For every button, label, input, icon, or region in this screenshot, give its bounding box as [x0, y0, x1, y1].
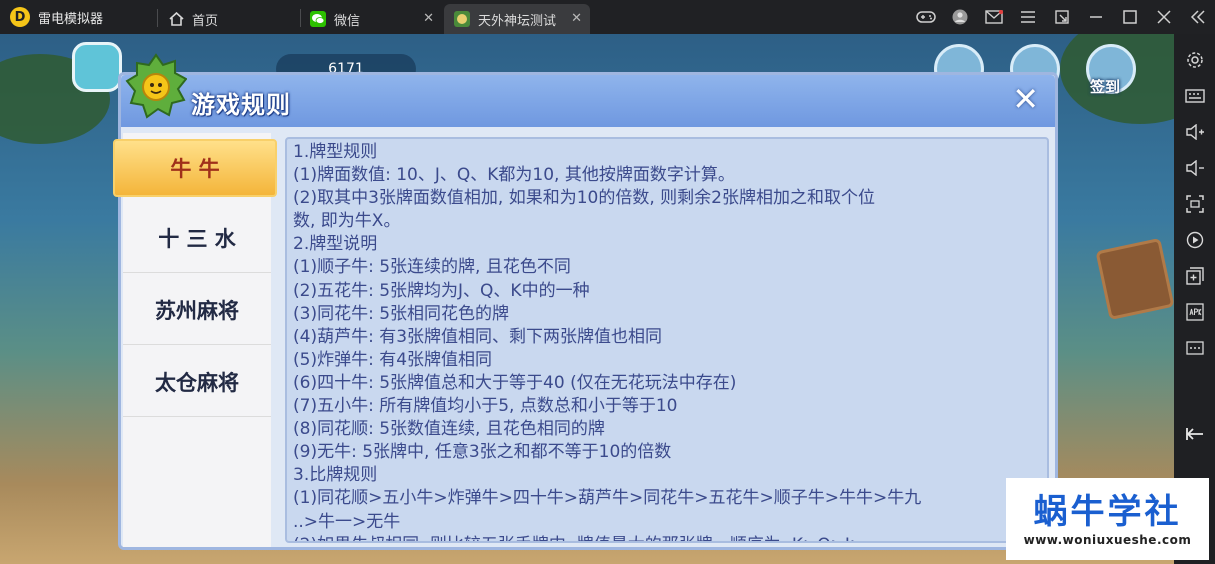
menu-item-niuniu[interactable]: 牛 牛 — [113, 139, 277, 197]
rules-line: (5)炸弹牛: 有4张牌值相同 — [293, 349, 493, 370]
watermark-title: 蜗牛学社 — [1033, 492, 1182, 532]
rules-line: (3)同花牛: 5张相同花色的牌 — [293, 303, 510, 324]
tab-close-icon[interactable]: ✕ — [571, 11, 582, 26]
tab-close-icon[interactable]: ✕ — [423, 11, 434, 26]
rules-menu: 牛 牛 十 三 水 苏州麻将 太仓麻将 — [113, 133, 277, 547]
menu-icon[interactable] — [1011, 0, 1045, 34]
rules-line: 3.比牌规则 — [293, 465, 378, 486]
watermark: 蜗牛学社 www.woniuxueshe.com — [1006, 478, 1209, 560]
keyboard-icon[interactable] — [1181, 82, 1209, 110]
tab-game-label: 天外神坛测试 — [478, 13, 557, 29]
rules-line: (4)葫芦牛: 有3张牌值相同、剩下两张牌值也相同 — [293, 326, 663, 347]
collapse-sidebar-icon[interactable] — [1181, 0, 1215, 34]
tab-wechat-label: 微信 — [334, 13, 361, 29]
wechat-icon — [310, 11, 326, 27]
rules-line: (1)顺子牛: 5张连续的牌, 且花色不同 — [293, 257, 571, 278]
rules-line: (2)取其中3张牌面数值相加, 如果和为10的倍数, 则剩余2张牌相加之和取个位 — [293, 188, 875, 209]
more-options-icon[interactable] — [1181, 334, 1209, 362]
settings-gear-icon[interactable] — [1181, 46, 1209, 74]
rules-line: (9)无牛: 5张牌中, 任意3张之和都不等于10的倍数 — [293, 442, 672, 463]
maximize-icon[interactable] — [1113, 0, 1147, 34]
rules-line: 数, 即为牛X。 — [293, 211, 401, 232]
gamepad-icon[interactable] — [909, 0, 943, 34]
account-icon[interactable] — [943, 0, 977, 34]
screenshot-icon[interactable] — [1181, 190, 1209, 218]
volume-down-icon[interactable] — [1181, 154, 1209, 182]
close-dialog-icon[interactable]: ✕ — [1012, 83, 1039, 115]
app-brand: D 雷电模拟器 — [0, 0, 155, 34]
rules-line: (8)同花顺: 5张数值连续, 且花色相同的牌 — [293, 419, 605, 440]
rules-line: (7)五小牛: 所有牌值均小于5, 点数总和小于等于10 — [293, 396, 678, 417]
game-viewport[interactable]: 6171 签到 游戏规则 ✕ 牛 牛 十 三 水 苏州麻将 太仓麻将 1.牌型规… — [0, 34, 1174, 564]
rules-line: ..>牛一>无牛 — [293, 511, 401, 532]
multi-instance-icon[interactable] — [1181, 262, 1209, 290]
signin-label: 签到 — [1090, 78, 1121, 96]
watermark-url: www.woniuxueshe.com — [1023, 533, 1192, 547]
tab-home[interactable]: 首页 — [158, 4, 298, 34]
back-arrow-icon[interactable] — [1181, 420, 1209, 448]
rules-line: 2.牌型说明 — [293, 234, 378, 255]
dialog-title: 游戏规则 — [191, 91, 291, 119]
wooden-sign-decoration — [1095, 237, 1174, 321]
game-icon — [454, 11, 470, 27]
rules-text-panel[interactable]: 1.牌型规则 (1)牌面数值: 10、J、Q、K都为10, 其他按牌面数字计算。… — [285, 137, 1049, 543]
rules-dialog: 游戏规则 ✕ 牛 牛 十 三 水 苏州麻将 太仓麻将 1.牌型规则 (1)牌面数… — [113, 53, 1058, 550]
player-avatar[interactable] — [72, 42, 122, 92]
rules-line: (2)如果牛叔相同, 则比较五张手牌中, 牌值最大的那张牌。顺序为: K>Q>J… — [293, 534, 1047, 541]
volume-up-icon[interactable] — [1181, 118, 1209, 146]
rules-line: (2)五花牛: 5张牌均为J、Q、K中的一种 — [293, 280, 590, 301]
tab-home-label: 首页 — [192, 13, 219, 29]
rules-line: 1.牌型规则 — [293, 142, 378, 162]
window-titlebar: D 雷电模拟器 首页 微信 ✕ 天外神坛测试 ✕ — [0, 0, 1215, 34]
tab-wechat[interactable]: 微信 ✕ — [300, 4, 442, 34]
rules-line: (1)同花顺>五小牛>炸弹牛>四十牛>葫芦牛>同花牛>五花牛>顺子牛>牛牛>牛九 — [293, 488, 922, 509]
mail-icon[interactable] — [977, 0, 1011, 34]
apk-install-icon[interactable] — [1181, 298, 1209, 326]
app-name: 雷电模拟器 — [38, 11, 104, 27]
window-controls — [909, 0, 1215, 34]
rules-line: (6)四十牛: 5张牌值总和大于等于40 (仅在无花玩法中存在) — [293, 372, 737, 393]
close-window-icon[interactable] — [1147, 0, 1181, 34]
home-icon — [168, 11, 184, 27]
shrink-window-icon[interactable] — [1045, 0, 1079, 34]
tab-game[interactable]: 天外神坛测试 ✕ — [444, 4, 590, 34]
menu-item-shisanshui[interactable]: 十 三 水 — [123, 203, 271, 273]
leidian-logo-icon: D — [10, 7, 30, 27]
sunflower-badge-icon — [125, 53, 187, 119]
rules-line: (1)牌面数值: 10、J、Q、K都为10, 其他按牌面数字计算。 — [293, 165, 735, 186]
minimize-icon[interactable] — [1079, 0, 1113, 34]
record-icon[interactable] — [1181, 226, 1209, 254]
menu-item-taicang-mahjong[interactable]: 太仓麻将 — [123, 347, 271, 417]
menu-item-suzhou-mahjong[interactable]: 苏州麻将 — [123, 275, 271, 345]
